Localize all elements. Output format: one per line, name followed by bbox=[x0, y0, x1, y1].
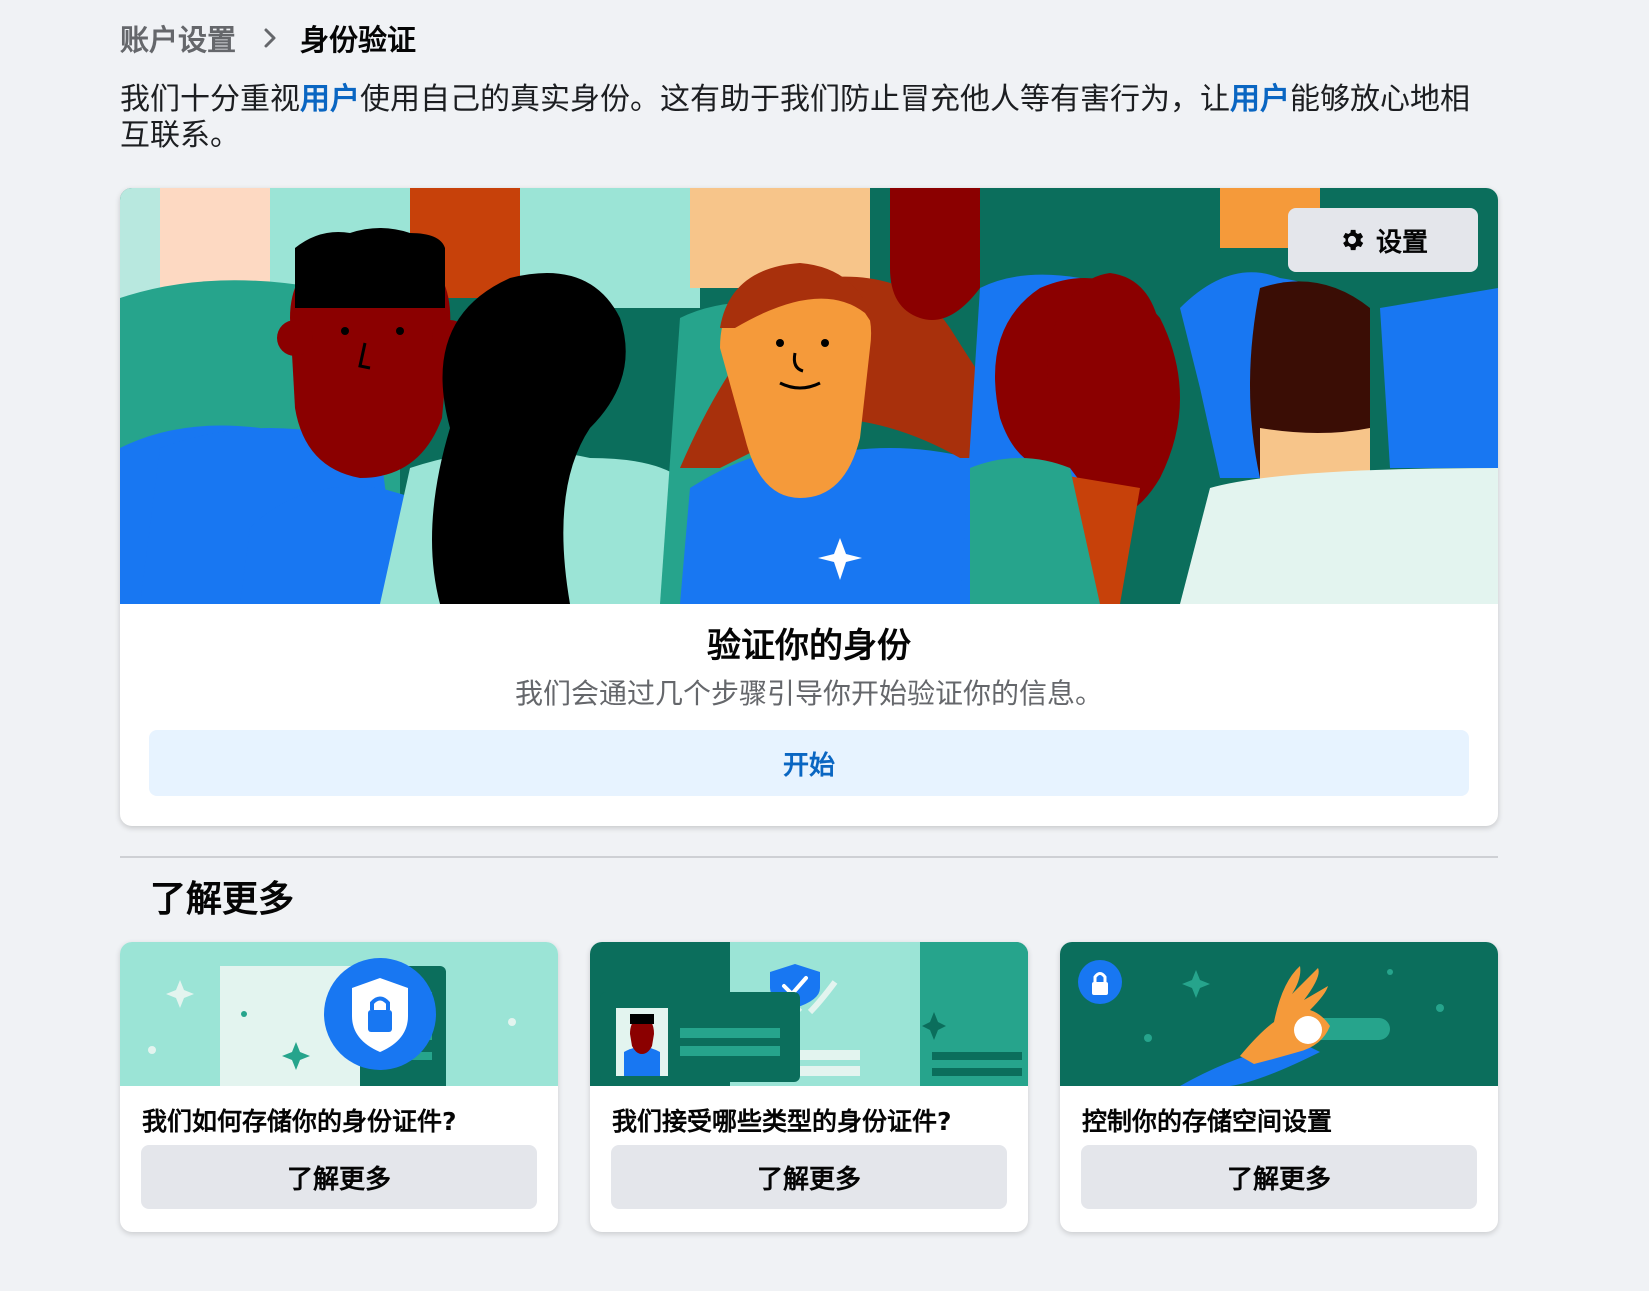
learn-more-cards: 我们如何存储你的身份证件? 了解更多 我们接受哪些类型的身份证件? 了解更多 控… bbox=[120, 942, 1498, 1232]
learn-more-button[interactable]: 了解更多 bbox=[141, 1145, 537, 1209]
intro-highlight: 用户 bbox=[1230, 82, 1290, 117]
intro-text: 我们十分重视用户使用自己的真实身份。这有助于我们防止冒充他人等有害行为，让用户能… bbox=[120, 82, 1498, 154]
info-card-storage-settings: 控制你的存储空间设置 了解更多 bbox=[1060, 942, 1498, 1232]
hero-subtitle: 我们会通过几个步骤引导你开始验证你的信息。 bbox=[514, 677, 1103, 710]
card-title: 控制你的存储空间设置 bbox=[1082, 1107, 1333, 1136]
info-card-storage: 我们如何存储你的身份证件? 了解更多 bbox=[120, 942, 558, 1232]
learn-more-button[interactable]: 了解更多 bbox=[611, 1145, 1007, 1209]
settings-button[interactable]: 设置 bbox=[1288, 208, 1478, 272]
breadcrumb-current: 身份验证 bbox=[300, 23, 417, 57]
card-title: 我们接受哪些类型的身份证件? bbox=[612, 1107, 952, 1136]
intro-highlight: 用户 bbox=[300, 82, 360, 117]
intro-text-part: 使用自己的真实身份。这有助于我们防止冒充他人等有害行为，让 bbox=[360, 82, 1230, 117]
section-divider bbox=[120, 856, 1498, 858]
card-title: 我们如何存储你的身份证件? bbox=[142, 1107, 457, 1136]
start-button[interactable]: 开始 bbox=[149, 730, 1469, 796]
breadcrumb: 账户设置 身份验证 bbox=[120, 18, 416, 58]
card-illustration bbox=[1060, 942, 1498, 1086]
card-illustration bbox=[120, 942, 558, 1086]
breadcrumb-account-settings[interactable]: 账户设置 bbox=[120, 17, 236, 59]
card-illustration bbox=[590, 942, 1028, 1086]
hero-title: 验证你的身份 bbox=[707, 626, 911, 666]
settings-label: 设置 bbox=[1375, 227, 1428, 258]
gear-icon bbox=[1338, 226, 1366, 254]
learn-more-button[interactable]: 了解更多 bbox=[1081, 1145, 1477, 1209]
info-card-accepted-ids: 我们接受哪些类型的身份证件? 了解更多 bbox=[590, 942, 1028, 1232]
chevron-right-icon bbox=[262, 26, 278, 50]
verify-identity-card: 设置 验证你的身份 我们会通过几个步骤引导你开始验证你的信息。 开始 bbox=[120, 188, 1498, 826]
intro-text-part: 我们十分重视 bbox=[120, 82, 300, 117]
learn-more-heading: 了解更多 bbox=[150, 879, 295, 920]
